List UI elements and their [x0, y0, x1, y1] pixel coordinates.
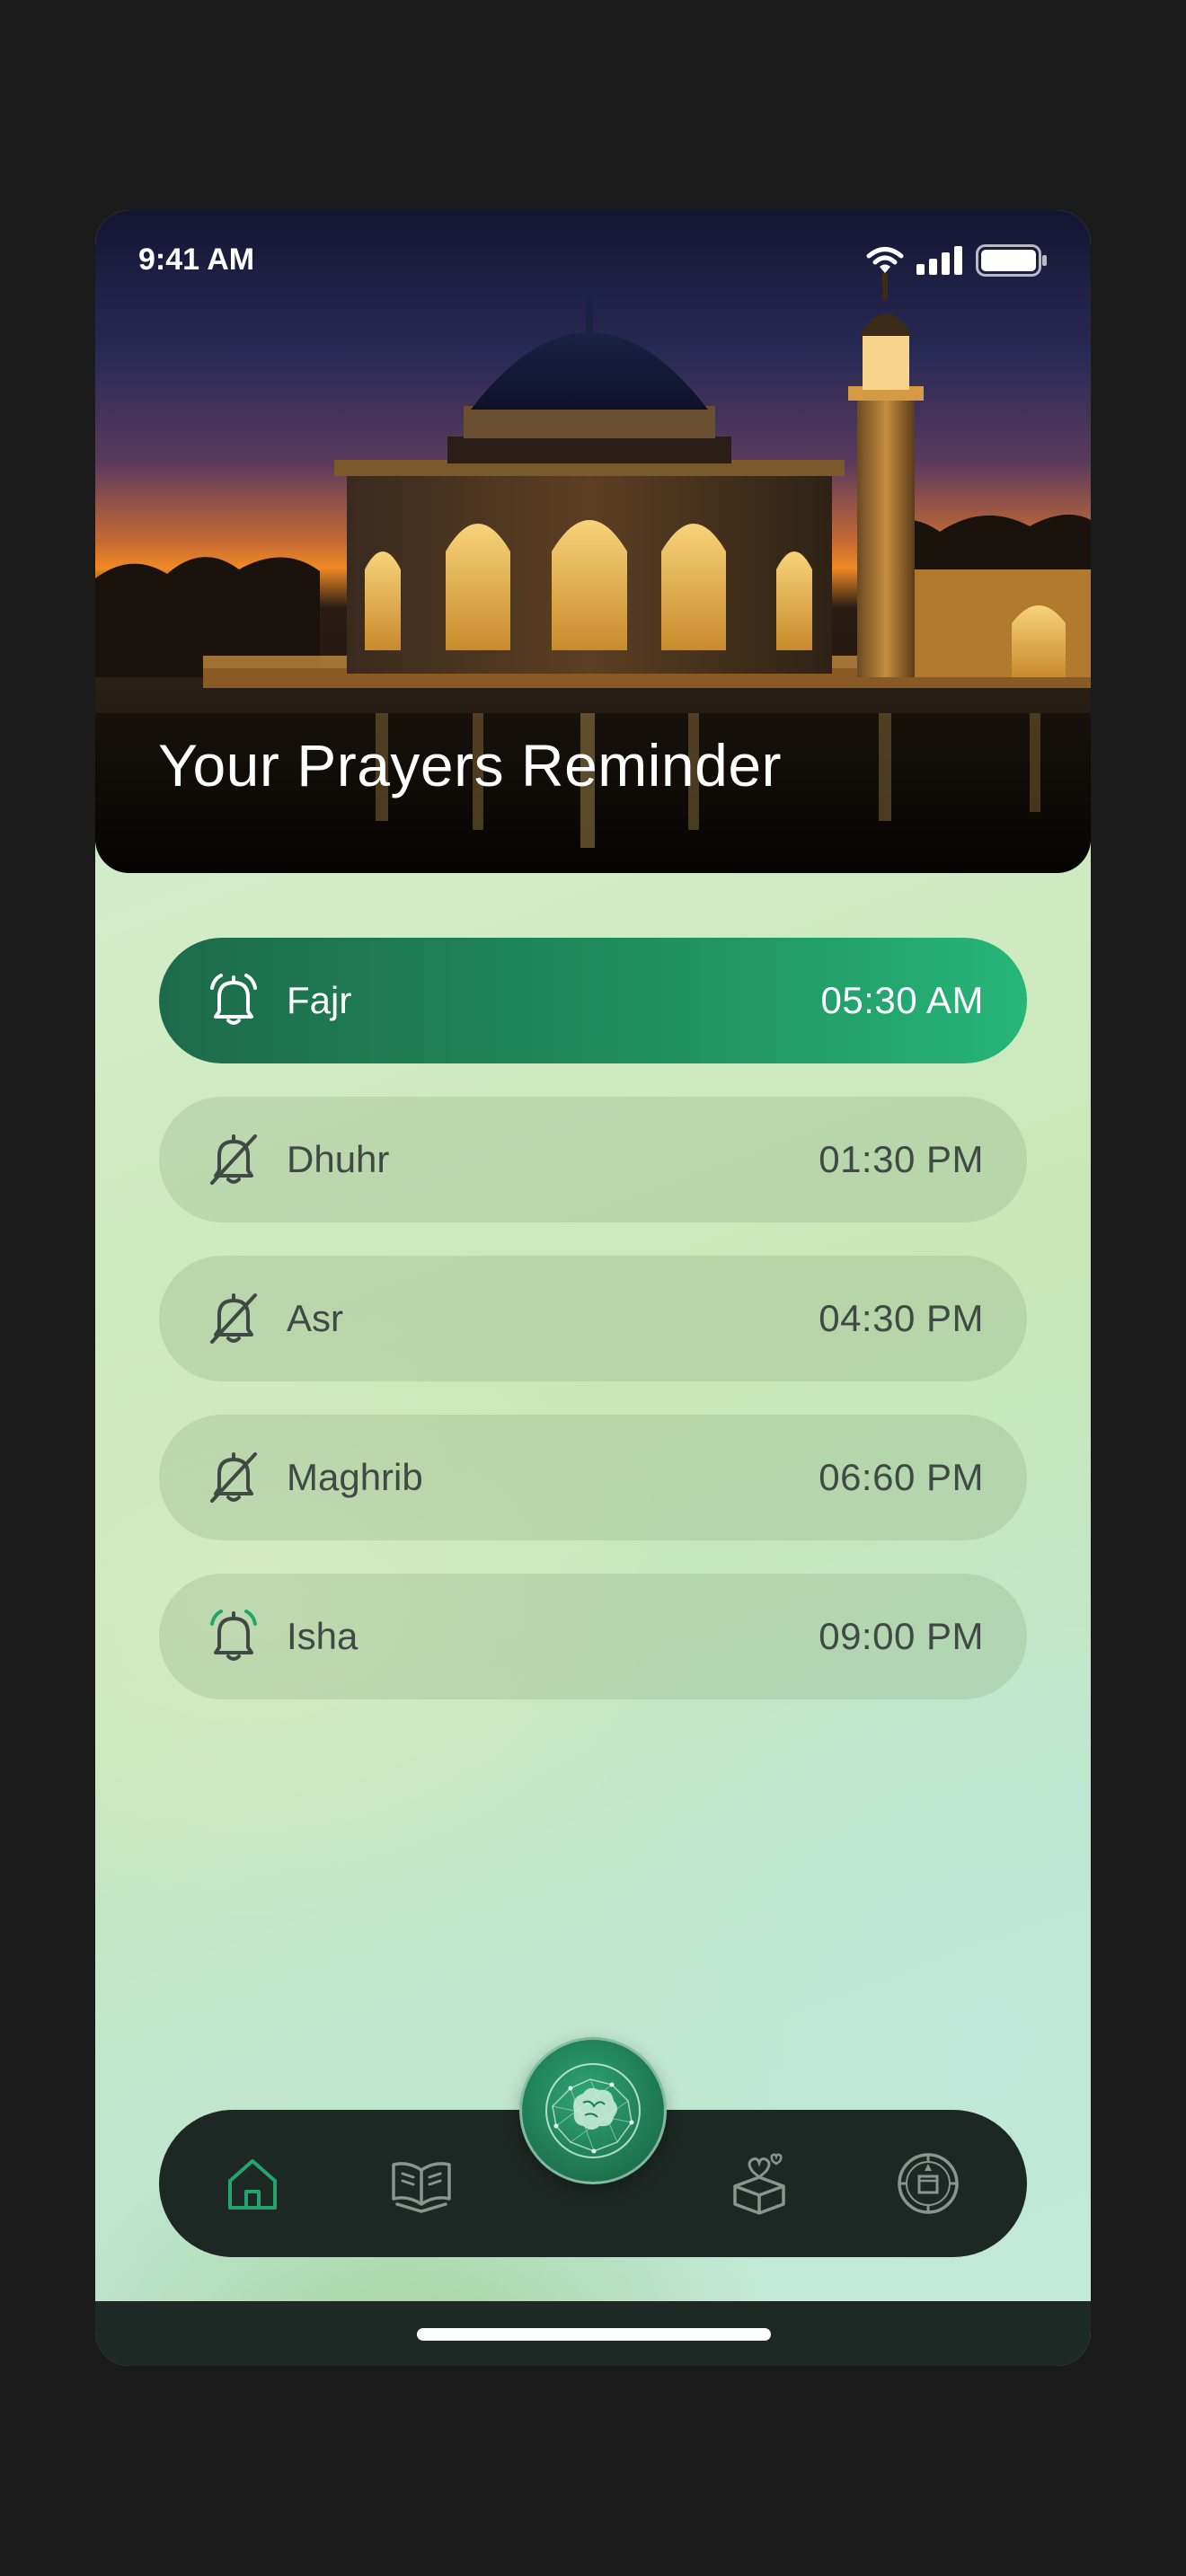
quran-book-icon [392, 2162, 451, 2213]
prayer-time: 09:00 PM [819, 1615, 984, 1657]
prayer-time: 06:60 PM [819, 1456, 984, 1498]
prayer-name: Isha [287, 1615, 358, 1657]
prayer-name: Fajr [287, 979, 352, 1021]
bell-ringing-icon[interactable] [206, 1607, 261, 1666]
prayer-row-maghrib[interactable]: Maghrib 06:60 PM [159, 1415, 1027, 1540]
prayer-row-isha[interactable]: Isha 09:00 PM [159, 1574, 1027, 1699]
nav-qibla[interactable] [890, 2146, 966, 2221]
globe-brain-icon [545, 2063, 641, 2158]
status-icons [866, 244, 1048, 277]
prayer-name: Dhuhr [287, 1138, 390, 1180]
nav-center-globe-button[interactable] [519, 2037, 667, 2184]
hero-banner: 9:41 AM Your Prayers Reminder [95, 210, 1091, 873]
bell-icon[interactable] [206, 971, 261, 1030]
nav-home[interactable] [215, 2146, 290, 2221]
kaaba-compass-icon [898, 2153, 959, 2214]
bell-off-icon[interactable] [206, 1448, 261, 1507]
battery-icon [976, 244, 1047, 277]
wifi-icon [866, 247, 904, 273]
prayer-time: 01:30 PM [819, 1138, 984, 1180]
charity-box-icon [733, 2153, 785, 2215]
phone-screen: 9:41 AM Your Prayers Reminder Fajr 05:30… [95, 210, 1091, 2366]
prayer-row-fajr[interactable]: Fajr 05:30 AM [159, 938, 1027, 1063]
prayer-name: Asr [287, 1297, 343, 1339]
bell-off-icon[interactable] [206, 1130, 261, 1189]
prayer-name: Maghrib [287, 1456, 423, 1498]
prayer-row-asr[interactable]: Asr 04:30 PM [159, 1256, 1027, 1381]
prayer-time: 05:30 AM [820, 979, 984, 1021]
prayer-list: Fajr 05:30 AM Dhuhr 01:30 PM Asr 04:30 P… [159, 938, 1027, 1733]
home-indicator[interactable] [417, 2328, 771, 2341]
bell-off-icon[interactable] [206, 1289, 261, 1348]
nav-charity[interactable] [721, 2146, 797, 2221]
status-time: 9:41 AM [138, 243, 255, 277]
nav-quran[interactable] [384, 2146, 459, 2221]
page-title: Your Prayers Reminder [158, 732, 783, 798]
prayer-row-dhuhr[interactable]: Dhuhr 01:30 PM [159, 1097, 1027, 1222]
cellular-signal-icon [916, 246, 962, 275]
prayer-time: 04:30 PM [819, 1297, 984, 1339]
home-icon [228, 2159, 277, 2210]
